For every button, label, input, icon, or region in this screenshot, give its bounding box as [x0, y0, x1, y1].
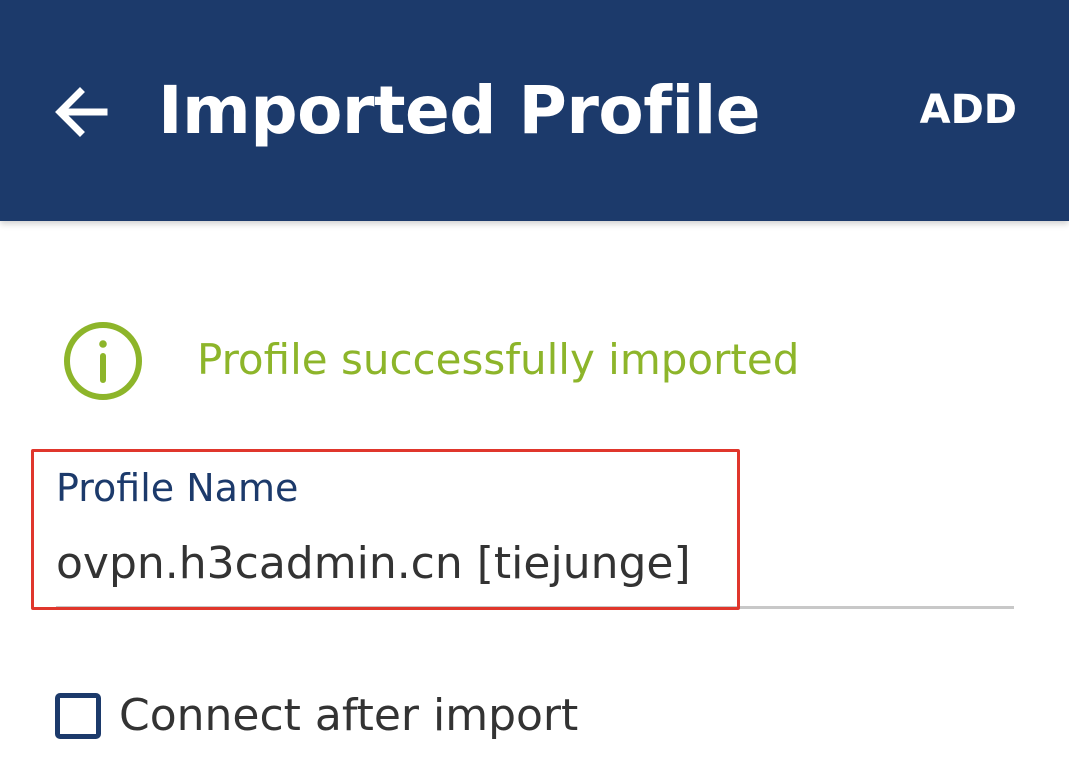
import-success-message: Profile successfully imported	[197, 335, 800, 384]
arrow-left-icon	[55, 87, 108, 137]
page-title: Imported Profile	[158, 72, 760, 149]
app-bar: Imported Profile ADD	[0, 0, 1069, 221]
info-icon	[64, 322, 142, 400]
connect-after-import-label: Connect after import	[119, 690, 579, 741]
profile-name-label: Profile Name	[56, 466, 299, 510]
add-button[interactable]: ADD	[920, 84, 1017, 136]
connect-after-import-option[interactable]: Connect after import	[55, 684, 578, 748]
profile-name-underline	[56, 606, 1014, 609]
back-button[interactable]	[42, 72, 122, 152]
connect-after-import-checkbox[interactable]	[55, 693, 101, 739]
profile-name-input[interactable]	[56, 528, 1014, 600]
